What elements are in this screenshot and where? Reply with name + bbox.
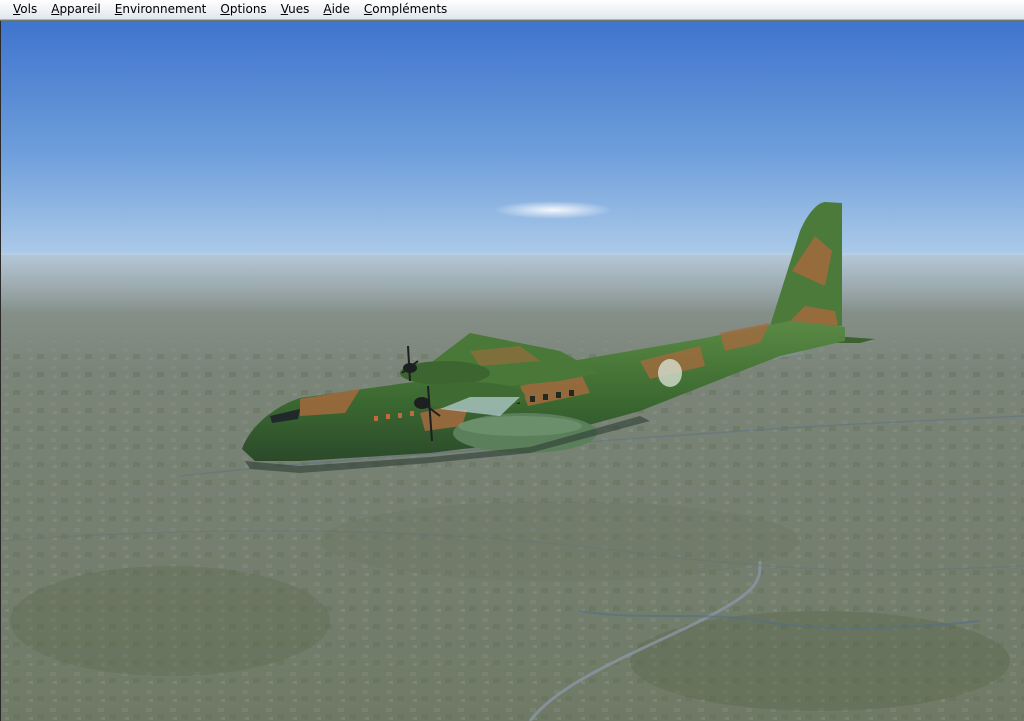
menu-options[interactable]: Options: [213, 0, 273, 19]
horizon-haze: [0, 253, 1024, 313]
menu-environnement[interactable]: Environnement: [108, 0, 214, 19]
cloud: [493, 201, 613, 219]
flight-scene-view[interactable]: [0, 21, 1024, 721]
menu-appareil[interactable]: Appareil: [44, 0, 108, 19]
simulator-window: Vols Appareil Environnement Options Vues…: [0, 0, 1024, 721]
sky: [0, 21, 1024, 261]
menu-vues[interactable]: Vues: [274, 0, 317, 19]
menu-vols[interactable]: Vols: [6, 0, 44, 19]
menu-complements[interactable]: Compléments: [357, 0, 454, 19]
flight-scene-svg: [0, 21, 1024, 721]
window-border-left: [0, 21, 1, 721]
menu-bar: Vols Appareil Environnement Options Vues…: [0, 0, 1024, 20]
menu-aide[interactable]: Aide: [316, 0, 357, 19]
